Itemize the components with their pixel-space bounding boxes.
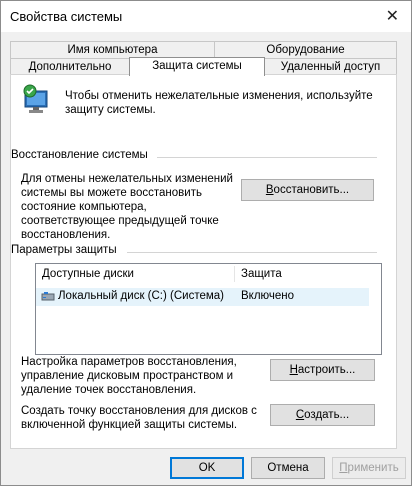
- restore-button[interactable]: Восстановить...: [241, 179, 374, 201]
- column-drives[interactable]: Доступные диски: [42, 264, 232, 284]
- column-protection[interactable]: Защита: [241, 264, 351, 284]
- create-button[interactable]: Создать...: [270, 404, 375, 426]
- tab-panel: Чтобы отменить нежелательные изменения, …: [10, 74, 397, 449]
- cancel-button[interactable]: Отмена: [251, 457, 325, 479]
- intro-text: Чтобы отменить нежелательные изменения, …: [65, 90, 373, 116]
- close-icon[interactable]: ✕: [386, 6, 399, 26]
- window-title: Свойства системы: [10, 9, 123, 24]
- restore-description: Для отмены нежелательных изменений систе…: [21, 173, 233, 241]
- drive-name: Локальный диск (C:) (Система): [58, 290, 224, 302]
- drive-icon: [41, 291, 55, 306]
- apply-button[interactable]: Применить: [332, 457, 406, 479]
- protection-heading: Параметры защиты: [11, 244, 117, 256]
- configure-button[interactable]: Настроить...: [270, 359, 375, 381]
- system-protection-icon: [21, 83, 53, 117]
- drive-status: Включено: [241, 290, 295, 302]
- restore-heading: Восстановление системы: [11, 149, 148, 161]
- title-bar: Свойства системы ✕: [1, 1, 411, 32]
- system-properties-window: Свойства системы ✕ Имя компьютера Оборуд…: [0, 0, 412, 486]
- ok-button[interactable]: OK: [170, 457, 244, 479]
- create-text: Создать точку восстановления для дисков …: [21, 405, 257, 431]
- tab-system-protection[interactable]: Защита системы: [129, 57, 265, 76]
- configure-text: Настройка параметров восстановления, упр…: [21, 356, 237, 396]
- drives-list[interactable]: Доступные диски Защита Локальный диск (C…: [35, 263, 382, 355]
- table-row[interactable]: Локальный диск (C:) (Система) Включено: [36, 288, 369, 306]
